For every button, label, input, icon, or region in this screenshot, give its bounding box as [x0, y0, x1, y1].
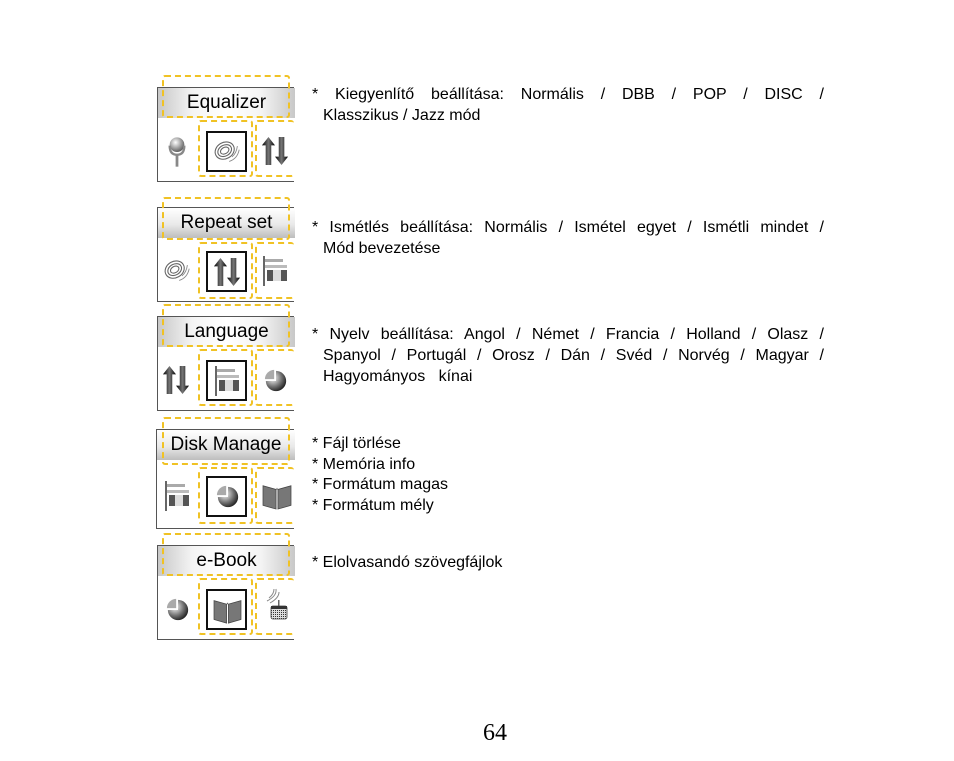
- page-number: 64: [483, 720, 507, 746]
- microphone-icon: [166, 136, 188, 168]
- description-line: Klasszikus / Jazz mód: [323, 107, 481, 124]
- highlight-icon: [198, 349, 253, 406]
- description-line: Hagyományos kínai: [323, 368, 473, 385]
- highlight-title: [162, 75, 290, 118]
- equalizer-description: * Kiegyenlítő beállítása: Normális / DBB…: [312, 84, 824, 126]
- highlight-next: [255, 120, 294, 177]
- repeat-set-description: * Ismétlés beállítása: Normális / Isméte…: [312, 217, 824, 259]
- description-item: * Memória info: [312, 455, 416, 473]
- language-description: * Nyelv beállítása: Angol / Német / Fran…: [312, 324, 824, 387]
- description-line: Spanyol / Portugál / Orosz / Dán / Svéd …: [323, 347, 824, 364]
- e-book-description: * Elolvasandó szövegfájlok: [312, 553, 502, 574]
- flag-language-icon: [163, 481, 191, 511]
- description-line: * Nyelv beállítása: Angol / Német / Fran…: [312, 326, 824, 343]
- disk-pie-icon: [166, 598, 190, 622]
- repeat-arrows-icon: [162, 365, 190, 395]
- description-item: * Formátum magas: [312, 476, 449, 493]
- sound-waves-icon: [162, 256, 191, 285]
- description-line: Mód bevezetése: [323, 240, 441, 257]
- highlight-icon: [198, 242, 253, 299]
- description-line: * Kiegyenlítő beállítása: Normális / DBB…: [312, 86, 824, 103]
- highlight-title: [162, 197, 290, 240]
- highlight-title: [162, 304, 290, 347]
- highlight-icon: [198, 120, 253, 177]
- highlight-icon: [198, 578, 253, 635]
- disk-manage-description: * Fájl törlése * Memória info * Formátum…: [312, 434, 448, 516]
- description-item: * Fájl törlése: [312, 435, 401, 452]
- description-line: * Ismétlés beállítása: Normális / Isméte…: [312, 219, 824, 236]
- highlight-next: [255, 467, 294, 524]
- highlight-icon: [198, 467, 253, 524]
- highlight-title: [162, 417, 290, 465]
- description-item: * Formátum mély: [312, 496, 434, 514]
- highlight-next: [255, 578, 294, 635]
- highlight-next: [255, 242, 294, 299]
- highlight-title: [162, 533, 290, 576]
- highlight-next: [255, 349, 294, 406]
- description-item: * Elolvasandó szövegfájlok: [312, 554, 503, 571]
